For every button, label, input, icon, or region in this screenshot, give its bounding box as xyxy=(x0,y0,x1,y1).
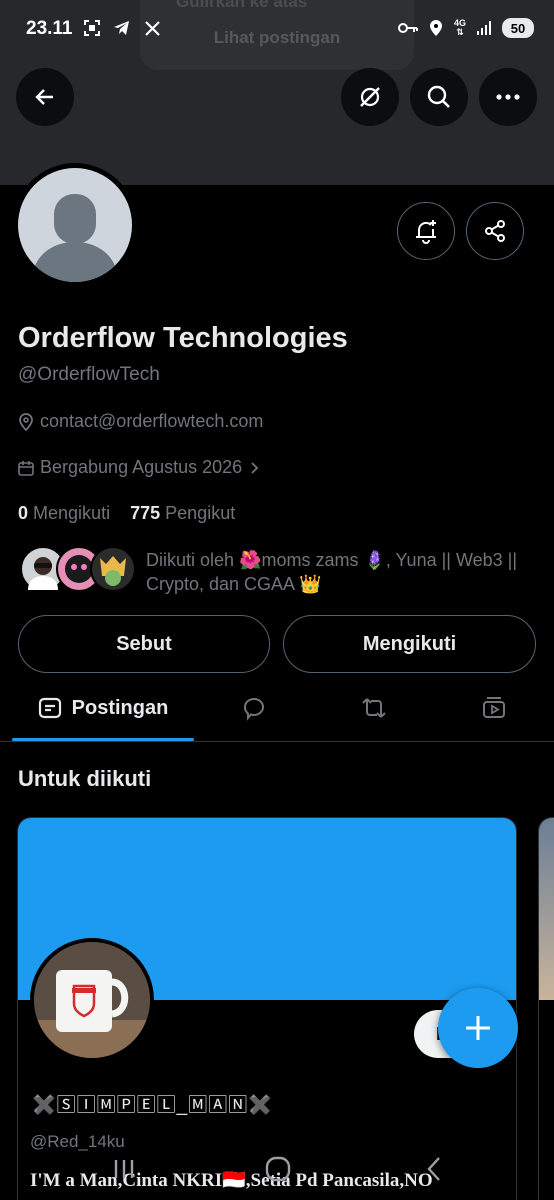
x-icon xyxy=(142,18,162,38)
recent-apps-button[interactable] xyxy=(104,1154,144,1184)
search-button[interactable] xyxy=(410,68,468,126)
tab-posts[interactable]: Postingan xyxy=(12,676,194,740)
tab-media[interactable] xyxy=(434,676,554,740)
telegram-icon xyxy=(112,18,132,38)
tab-posts-label: Postingan xyxy=(71,696,169,719)
reposts-icon xyxy=(362,698,386,718)
arsenal-mug-image xyxy=(34,942,150,1058)
suggestion-avatar[interactable] xyxy=(30,938,154,1062)
signal-icon xyxy=(474,18,494,38)
network-indicator: 4G ⇅ xyxy=(453,18,466,37)
posts-icon xyxy=(38,697,61,719)
suggestions-title: Untuk diikuti xyxy=(18,766,152,791)
compose-button[interactable] xyxy=(438,988,518,1068)
more-button[interactable] xyxy=(479,68,537,126)
system-nav-bar xyxy=(0,1140,554,1200)
share-button[interactable] xyxy=(466,202,524,260)
suggestion-banner xyxy=(539,818,554,1000)
grok-icon xyxy=(360,87,380,107)
default-avatar-icon xyxy=(32,194,118,282)
profile-joined[interactable]: Bergabung Agustus 2026 xyxy=(18,457,260,478)
location-icon xyxy=(426,18,446,38)
followers-link[interactable]: 775 Pengikut xyxy=(130,503,235,523)
followed-by-row[interactable]: Diikuti oleh 🌺moms zams 🪻, Yuna || Web3 … xyxy=(20,546,540,596)
profile-avatar[interactable] xyxy=(13,163,137,287)
notifications-button[interactable] xyxy=(397,202,455,260)
joined-text: Bergabung Agustus 2026 xyxy=(40,457,243,477)
following-button[interactable]: Mengikuti xyxy=(283,615,536,673)
search-icon xyxy=(427,85,450,108)
chevron-right-icon xyxy=(251,461,259,474)
follower-avatar xyxy=(90,546,136,592)
profile-tabs: Postingan xyxy=(0,676,554,742)
screenshot-icon xyxy=(82,18,102,38)
profile-location: contact@orderflowtech.com xyxy=(18,411,263,432)
calendar-icon xyxy=(18,460,34,476)
more-dots-icon xyxy=(496,94,520,100)
follow-stats: 0 Mengikuti 775 Pengikut xyxy=(18,503,235,524)
profile-name: Orderflow Technologies xyxy=(18,322,348,354)
system-back-button[interactable] xyxy=(414,1154,454,1184)
followed-by-text: Diikuti oleh 🌺moms zams 🪻, Yuna || Web3 … xyxy=(146,550,517,594)
key-icon xyxy=(397,18,418,38)
location-pin-icon xyxy=(19,412,33,431)
replies-icon xyxy=(243,697,264,721)
tab-replies[interactable] xyxy=(194,676,314,740)
tab-reposts[interactable] xyxy=(314,676,434,740)
battery-indicator: 50 xyxy=(502,18,534,38)
suggestion-name: ✖️🅂🄸🄼🄿🄴🄻_🄼🄰🄽✖️ xyxy=(32,1095,273,1116)
status-time: 23.11 xyxy=(26,18,73,39)
grok-button[interactable] xyxy=(341,68,399,126)
plus-icon xyxy=(466,1016,490,1040)
back-arrow-icon xyxy=(35,89,53,105)
share-icon xyxy=(485,220,505,242)
bell-plus-icon xyxy=(416,220,436,244)
home-icon xyxy=(265,1156,291,1182)
location-text: contact@orderflowtech.com xyxy=(40,411,264,431)
recent-apps-icon xyxy=(114,1160,134,1178)
status-bar: 23.11 4G ⇅ 50 xyxy=(0,0,554,58)
active-tab-indicator xyxy=(12,738,194,741)
following-link[interactable]: 0 Mengikuti xyxy=(18,503,110,523)
profile-handle: @OrderflowTech xyxy=(18,364,160,385)
chevron-left-icon xyxy=(427,1157,440,1181)
mention-button[interactable]: Sebut xyxy=(18,615,270,673)
back-button[interactable] xyxy=(16,68,74,126)
home-button[interactable] xyxy=(258,1154,298,1184)
media-icon xyxy=(483,697,505,718)
